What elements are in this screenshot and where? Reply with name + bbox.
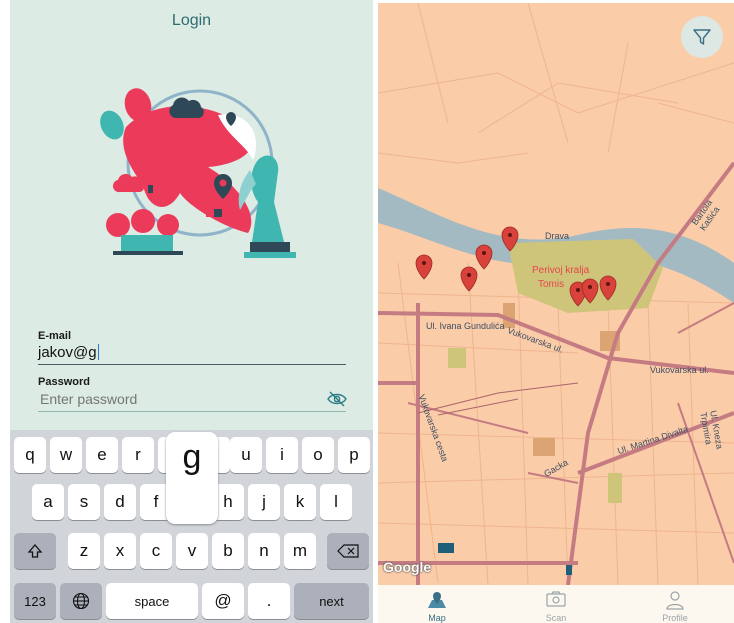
camera-icon (546, 591, 566, 607)
tab-label-profile: Profile (662, 613, 688, 623)
filter-button[interactable] (681, 16, 723, 58)
key-j[interactable]: j (248, 484, 280, 520)
map-view[interactable] (378, 3, 734, 585)
key-m[interactable]: m (284, 533, 316, 569)
delete-key[interactable] (327, 533, 369, 569)
next-key[interactable]: next (294, 583, 369, 619)
hide-password-icon[interactable] (327, 391, 347, 407)
password-underline (38, 411, 346, 412)
park-label-1: Perivoj kralja (532, 265, 590, 276)
tab-label-map: Map (428, 613, 446, 623)
key-p[interactable]: p (338, 437, 370, 473)
river-label: Drava (545, 231, 570, 241)
key-k[interactable]: k (284, 484, 316, 520)
shift-key[interactable] (14, 533, 56, 569)
key-b[interactable]: b (212, 533, 244, 569)
password-label: Password (38, 376, 90, 388)
period-key[interactable]: . (248, 583, 290, 619)
key-v[interactable]: v (176, 533, 208, 569)
key-u[interactable]: u (230, 437, 262, 473)
shift-icon (27, 544, 43, 558)
key-w[interactable]: w (50, 437, 82, 473)
map-icon (428, 592, 446, 608)
at-key[interactable]: @ (202, 583, 244, 619)
key-popup: g (166, 432, 218, 524)
email-underline (38, 364, 346, 365)
tab-label-scan: Scan (545, 613, 567, 623)
filter-icon (693, 29, 711, 45)
google-attribution: Google (383, 559, 432, 575)
page-title: Login (171, 12, 212, 29)
key-i[interactable]: i (266, 437, 298, 473)
globe-icon (72, 592, 90, 610)
tab-scan[interactable]: Scan (497, 585, 615, 623)
key-s[interactable]: s (68, 484, 100, 520)
key-a[interactable]: a (32, 484, 64, 520)
numbers-key[interactable]: 123 (14, 583, 56, 619)
key-e[interactable]: e (86, 437, 118, 473)
key-d[interactable]: d (104, 484, 136, 520)
tab-bar: Map Scan Profile (378, 585, 734, 623)
tab-profile[interactable]: Profile (616, 585, 734, 623)
text-caret (97, 344, 100, 360)
email-label: E-mail (38, 330, 72, 342)
profile-icon (666, 591, 684, 610)
login-screen: Login E-mail jakov@g Password Enter pass… (10, 0, 373, 623)
space-key[interactable]: space (106, 583, 198, 619)
key-l[interactable]: l (320, 484, 352, 520)
globe-key[interactable] (60, 583, 102, 619)
street-label-gundulica: Ul. Ivana Gundulića (426, 321, 505, 331)
password-field[interactable] (40, 391, 310, 407)
key-q[interactable]: q (14, 437, 46, 473)
key-c[interactable]: c (140, 533, 172, 569)
tab-map[interactable]: Map (378, 585, 496, 623)
backspace-icon (337, 544, 359, 558)
key-o[interactable]: o (302, 437, 334, 473)
email-value: jakov@g (38, 344, 97, 361)
key-r[interactable]: r (122, 437, 154, 473)
street-label-vukovarska-2: Vukovarska ul. (650, 365, 709, 375)
park-label-2: Tomis (538, 279, 565, 290)
key-n[interactable]: n (248, 533, 280, 569)
key-z[interactable]: z (68, 533, 100, 569)
city-illustration (100, 88, 296, 258)
email-field[interactable]: jakov@g (38, 344, 100, 361)
map-screen: Drava Perivoj kralja Tomis Ul. Ivana Gun… (378, 3, 734, 623)
key-x[interactable]: x (104, 533, 136, 569)
